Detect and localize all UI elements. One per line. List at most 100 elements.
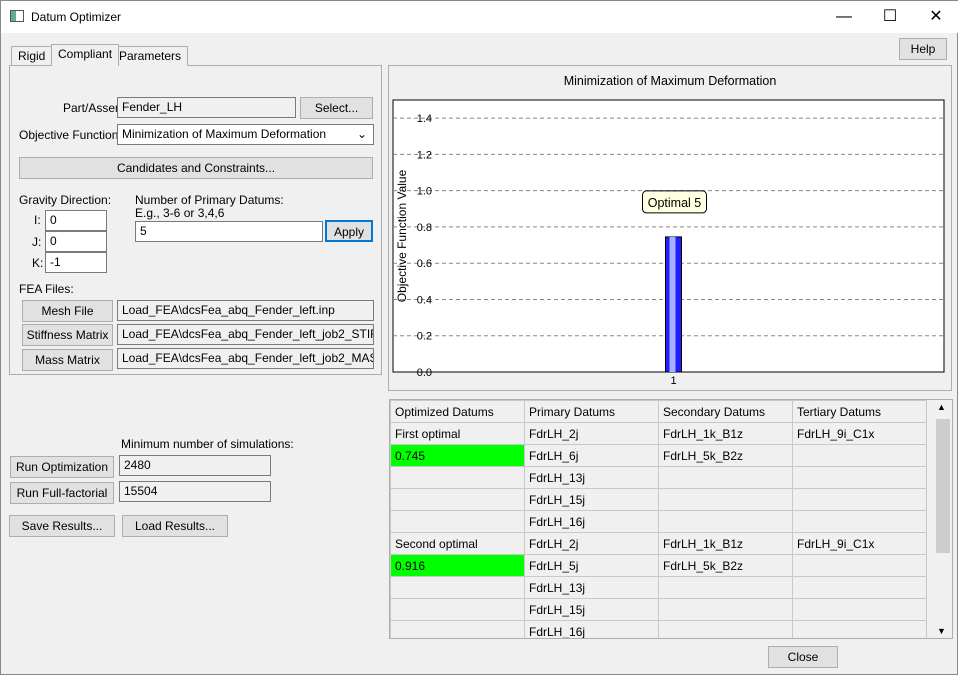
minimize-button[interactable]: —	[821, 1, 867, 33]
chart-title: Minimization of Maximum Deformation	[564, 74, 777, 88]
stiffness-matrix-field[interactable]: Load_FEA\dcsFea_abq_Fender_left_job2_STI…	[117, 324, 374, 345]
scroll-up-icon[interactable]: ▲	[937, 402, 946, 412]
table-cell: FdrLH_13j	[524, 576, 659, 599]
table-cell	[792, 554, 927, 577]
table-cell	[390, 620, 525, 638]
table-row: Second optimal FdrLH_2j FdrLH_1k_B1z FdrLH_…	[390, 532, 927, 555]
y-tick-label: 1.2	[417, 149, 432, 161]
gravity-i-input[interactable]: 0	[45, 210, 107, 231]
table-cell	[658, 598, 793, 621]
table-cell	[390, 510, 525, 533]
table-cell	[390, 576, 525, 599]
load-results-button[interactable]: Load Results...	[122, 515, 228, 537]
table-cell: FdrLH_15j	[524, 598, 659, 621]
chevron-down-icon: ⌄	[356, 127, 367, 141]
table-cell	[792, 510, 927, 533]
apply-button[interactable]: Apply	[325, 220, 373, 242]
mass-matrix-field[interactable]: Load_FEA\dcsFea_abq_Fender_left_job2_MAS…	[117, 348, 374, 369]
objective-select[interactable]: Minimization of Maximum Deformation ⌄	[117, 124, 374, 145]
mesh-file-button[interactable]: Mesh File	[22, 300, 113, 322]
y-tick-label: 1.0	[417, 186, 432, 198]
table-header-row: Optimized Datums Primary Datums Secondary …	[390, 400, 927, 423]
primary-datums-label: Number of Primary Datums:	[135, 193, 284, 207]
tab-rigid[interactable]: Rigid	[11, 46, 53, 66]
table-cell	[390, 488, 525, 511]
table-cell	[658, 576, 793, 599]
scroll-down-icon[interactable]: ▼	[937, 626, 946, 636]
y-tick-label: 0.2	[417, 331, 432, 343]
gravity-j-input[interactable]: 0	[45, 231, 107, 252]
table-cell	[658, 488, 793, 511]
table-cell: 0.745	[390, 444, 525, 467]
table-cell	[792, 598, 927, 621]
k-label: K:	[32, 256, 44, 270]
y-tick-label: 0.8	[417, 222, 432, 234]
table-row: FdrLH_13j	[390, 576, 927, 599]
select-button[interactable]: Select...	[300, 97, 373, 119]
primary-datums-input[interactable]: 5	[135, 221, 323, 242]
table-row: FdrLH_16j	[390, 620, 927, 638]
close-button[interactable]: Close	[768, 646, 838, 668]
mass-matrix-button[interactable]: Mass Matrix	[22, 349, 113, 371]
table-cell	[792, 444, 927, 467]
column-header[interactable]: Tertiary Datums	[792, 400, 927, 423]
gravity-k-input[interactable]: -1	[45, 252, 107, 273]
save-results-button[interactable]: Save Results...	[9, 515, 115, 537]
table-row: FdrLH_16j	[390, 510, 927, 533]
table-row: 0.916 FdrLH_5j FdrLH_5k_B2z	[390, 554, 927, 577]
table-cell: FdrLH_1k_B1z	[658, 532, 793, 555]
run-full-factorial-button[interactable]: Run Full-factorial	[10, 482, 114, 504]
i-label: I:	[34, 213, 41, 227]
tab-parameters[interactable]: Parameters	[112, 46, 189, 66]
results-table-container: Optimized Datums Primary Datums Secondary …	[389, 399, 953, 639]
table-cell	[792, 576, 927, 599]
y-axis-label: Objective Function Value	[395, 169, 409, 302]
maximize-button[interactable]: ☐	[867, 1, 913, 33]
y-tick-label: 0.6	[417, 258, 432, 270]
vertical-scrollbar[interactable]: ▲ ▼	[934, 400, 952, 638]
table-cell	[792, 488, 927, 511]
column-header[interactable]: Primary Datums	[524, 400, 659, 423]
bar-highlight	[669, 236, 676, 372]
column-header[interactable]: Secondary Datums	[658, 400, 793, 423]
tab-compliant[interactable]: Compliant	[51, 44, 120, 66]
table-cell	[658, 510, 793, 533]
run-full-factorial-count: 15504	[119, 481, 271, 502]
table-row: FdrLH_15j	[390, 598, 927, 621]
table-cell	[658, 466, 793, 489]
fea-files-label: FEA Files:	[19, 282, 74, 296]
primary-datums-hint: E.g., 3-6 or 3,4,6	[135, 206, 225, 220]
table-cell: 0.916	[390, 554, 525, 577]
close-window-button[interactable]: ✕	[913, 1, 958, 33]
table-cell: FdrLH_15j	[524, 488, 659, 511]
table-cell	[390, 466, 525, 489]
table-cell: FdrLH_1k_B1z	[658, 422, 793, 445]
table-cell: FdrLH_13j	[524, 466, 659, 489]
j-label: J:	[32, 235, 42, 249]
objective-value: Minimization of Maximum Deformation	[122, 127, 327, 141]
table-cell: FdrLH_6j	[524, 444, 659, 467]
help-button[interactable]: Help	[899, 38, 947, 60]
run-optimization-button[interactable]: Run Optimization	[10, 456, 114, 478]
run-optimization-count: 2480	[119, 455, 271, 476]
part-field[interactable]: Fender_LH	[117, 97, 296, 118]
table-cell: FdrLH_9i_C1x	[792, 422, 927, 445]
objective-label: Objective Function:	[19, 128, 122, 142]
column-header[interactable]: Optimized Datums	[390, 400, 525, 423]
gravity-label: Gravity Direction:	[19, 193, 112, 207]
table-cell: First optimal	[390, 422, 525, 445]
results-table: Optimized Datums Primary Datums Secondary …	[390, 400, 927, 638]
table-cell	[658, 620, 793, 638]
table-cell	[792, 620, 927, 638]
stiffness-matrix-button[interactable]: Stiffness Matrix	[22, 324, 113, 346]
table-cell: FdrLH_16j	[524, 620, 659, 638]
table-cell: FdrLH_2j	[524, 422, 659, 445]
candidates-button[interactable]: Candidates and Constraints...	[19, 157, 373, 179]
table-cell: FdrLH_2j	[524, 532, 659, 555]
table-row: FdrLH_13j	[390, 466, 927, 489]
mesh-file-field[interactable]: Load_FEA\dcsFea_abq_Fender_left.inp	[117, 300, 374, 321]
scrollbar-thumb[interactable]	[936, 419, 950, 553]
chart-panel: Minimization of Maximum Deformation 0.0 0.…	[388, 65, 952, 391]
table-cell: FdrLH_16j	[524, 510, 659, 533]
table-cell: FdrLH_5k_B2z	[658, 554, 793, 577]
